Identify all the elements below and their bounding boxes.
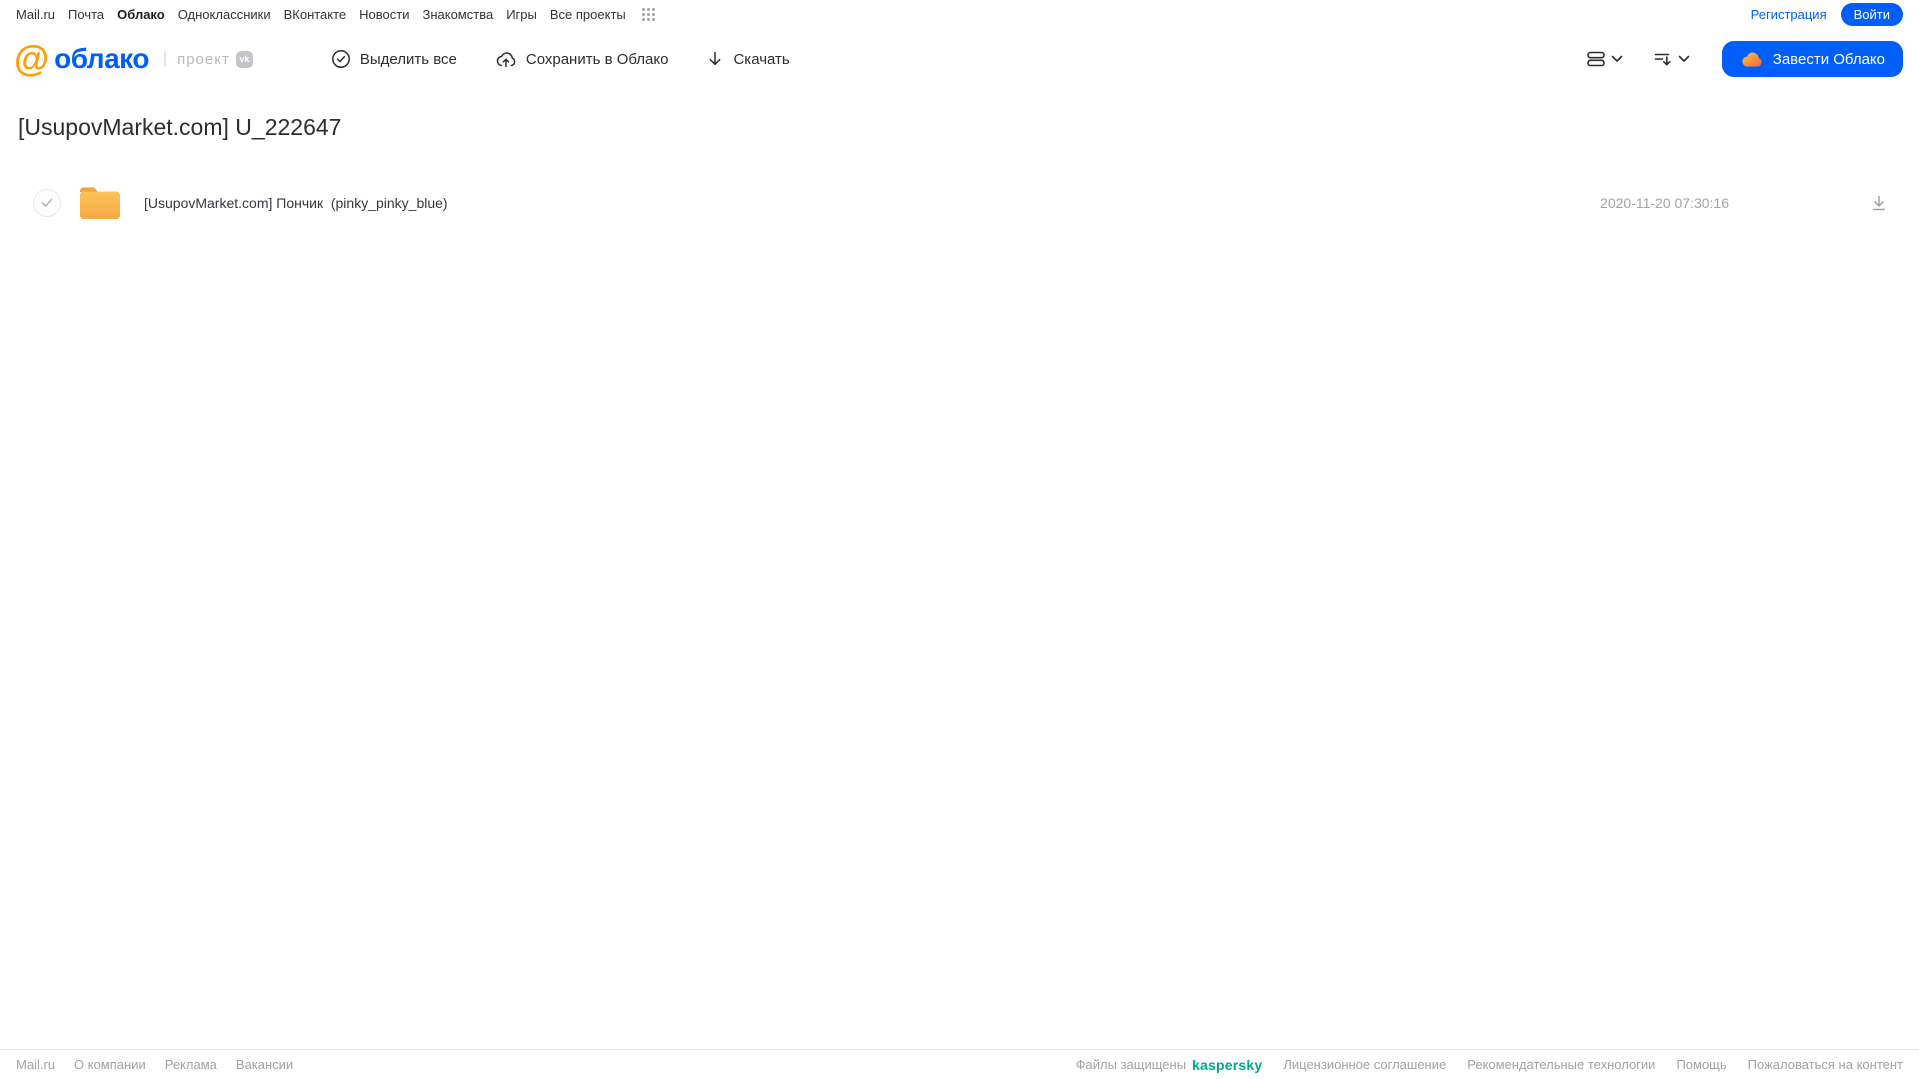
footer-link-help[interactable]: Помощь xyxy=(1676,1057,1726,1072)
cloud-logo[interactable]: @ облако | проект vk xyxy=(14,41,253,77)
mailru-at-icon: @ xyxy=(14,38,50,79)
portal-links: Mail.ru Почта Облако Одноклассники ВКонт… xyxy=(16,7,656,22)
portal-link-znakomstva[interactable]: Знакомства xyxy=(422,7,493,22)
check-circle-icon xyxy=(331,49,351,69)
view-controls: Завести Облако xyxy=(1582,41,1903,77)
footer-link-jobs[interactable]: Вакансии xyxy=(236,1057,293,1072)
vk-icon: vk xyxy=(235,50,253,68)
row-download-button[interactable] xyxy=(1869,193,1889,213)
file-list: [UsupovMarket.com] Пончик (pinky_pinky_b… xyxy=(0,179,1919,227)
select-all-button[interactable]: Выделить все xyxy=(331,49,457,69)
get-cloud-button[interactable]: Завести Облако xyxy=(1721,41,1903,77)
download-label: Скачать xyxy=(733,50,790,68)
folder-icon xyxy=(78,185,122,221)
save-to-cloud-button[interactable]: Сохранить в Облако xyxy=(495,49,669,69)
sort-icon xyxy=(1653,50,1673,68)
footer-left-links: Mail.ru О компании Реклама Вакансии xyxy=(16,1057,293,1072)
kaspersky-protected: Файлы защищены kaspersky xyxy=(1076,1057,1263,1073)
cloud-upload-icon xyxy=(495,49,517,69)
portal-link-novosti[interactable]: Новости xyxy=(359,7,409,22)
chevron-down-icon xyxy=(1611,55,1623,63)
cloud-logo-text: облако xyxy=(54,43,149,74)
select-all-label: Выделить все xyxy=(359,50,457,68)
footer-link-about[interactable]: О компании xyxy=(74,1057,146,1072)
main-content: [UsupovMarket.com] U_222647 [UsupovMarke… xyxy=(0,90,1919,227)
logo-divider: | xyxy=(162,50,168,67)
portal-link-pochta[interactable]: Почта xyxy=(68,7,104,22)
auth-area: Регистрация Войти xyxy=(1751,2,1903,26)
footer-link-license[interactable]: Лицензионное соглашение xyxy=(1283,1057,1446,1072)
list-view-icon xyxy=(1586,50,1606,68)
file-name-link[interactable]: [UsupovMarket.com] Пончик (pinky_pinky_b… xyxy=(144,195,1529,211)
portal-link-oblako[interactable]: Облако xyxy=(117,7,165,22)
portal-link-all-projects[interactable]: Все проекты xyxy=(550,7,626,22)
footer-link-ads[interactable]: Реклама xyxy=(165,1057,217,1072)
register-link[interactable]: Регистрация xyxy=(1751,7,1827,22)
arrow-down-icon xyxy=(706,50,724,68)
file-date: 2020-11-20 07:30:16 xyxy=(1600,195,1729,211)
sort-button[interactable] xyxy=(1649,46,1694,72)
protected-label: Файлы защищены xyxy=(1075,1057,1187,1072)
file-toolbar: Выделить все Сохранить в Облако Скачать xyxy=(331,49,790,69)
portal-nav: Mail.ru Почта Облако Одноклассники ВКонт… xyxy=(0,0,1919,28)
chevron-down-icon xyxy=(1678,55,1690,63)
project-label: проект xyxy=(177,50,230,68)
page-title: [UsupovMarket.com] U_222647 xyxy=(18,114,342,140)
footer-right-links: Файлы защищены kaspersky Лицензионное со… xyxy=(1076,1057,1903,1073)
footer-link-recommendations[interactable]: Рекомендательные технологии xyxy=(1467,1057,1655,1072)
cloud-header: @ облако | проект vk Выделить все Сохран… xyxy=(0,28,1919,90)
view-mode-button[interactable] xyxy=(1582,46,1627,72)
row-checkbox[interactable] xyxy=(33,189,61,217)
footer-link-report[interactable]: Пожаловаться на контент xyxy=(1748,1057,1903,1072)
file-row[interactable]: [UsupovMarket.com] Пончик (pinky_pinky_b… xyxy=(0,179,1919,227)
save-to-cloud-label: Сохранить в Облако xyxy=(525,50,669,68)
kaspersky-logo[interactable]: kaspersky xyxy=(1192,1057,1262,1073)
portal-link-vkontakte[interactable]: ВКонтакте xyxy=(284,7,347,22)
portal-link-odnoklassniki[interactable]: Одноклассники xyxy=(178,7,271,22)
portal-link-mailru[interactable]: Mail.ru xyxy=(16,7,55,22)
apps-grid-icon[interactable] xyxy=(641,7,656,22)
get-cloud-label: Завести Облако xyxy=(1772,50,1885,68)
login-button[interactable]: Войти xyxy=(1840,2,1903,26)
orange-cloud-icon xyxy=(1740,50,1764,68)
download-button[interactable]: Скачать xyxy=(706,50,790,68)
portal-link-igry[interactable]: Игры xyxy=(506,7,537,22)
footer-link-mailru[interactable]: Mail.ru xyxy=(16,1057,55,1072)
footer: Mail.ru О компании Реклама Вакансии Файл… xyxy=(0,1049,1919,1079)
